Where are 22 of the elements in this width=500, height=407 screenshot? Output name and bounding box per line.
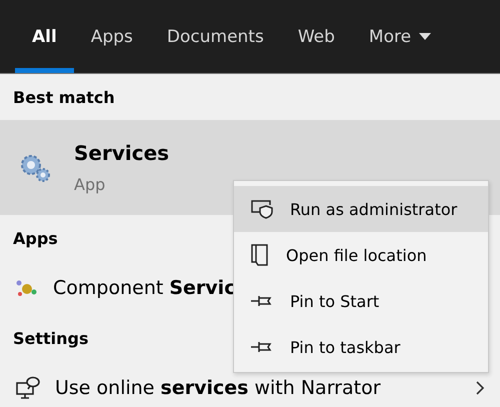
search-tab[interactable]: All <box>15 0 74 73</box>
menu-item[interactable]: Run as administrator <box>234 186 488 232</box>
pin-icon <box>250 340 274 354</box>
app-type: App <box>74 175 106 194</box>
search-tab[interactable]: Documents <box>150 0 281 73</box>
menu-item[interactable]: Pin to Start <box>234 278 488 324</box>
gears-icon <box>18 152 52 182</box>
component-icon <box>15 278 39 298</box>
section-heading: Apps <box>13 228 58 250</box>
narrator-icon <box>15 375 41 401</box>
section-heading: Settings <box>13 328 89 350</box>
app-name: Services <box>74 141 170 165</box>
menu-item[interactable]: Pin to taskbar <box>234 324 488 370</box>
section-heading: Best match <box>13 86 115 108</box>
search-tab[interactable]: Web <box>280 0 352 73</box>
shield-icon <box>250 199 274 219</box>
result-item[interactable]: Use online services with Narrator <box>55 377 461 399</box>
document-icon <box>250 243 270 267</box>
menu-item[interactable]: Open file location <box>234 232 488 278</box>
search-tab[interactable]: More <box>352 0 448 73</box>
search-tab[interactable]: Apps <box>74 0 150 73</box>
pin-icon <box>250 294 274 308</box>
